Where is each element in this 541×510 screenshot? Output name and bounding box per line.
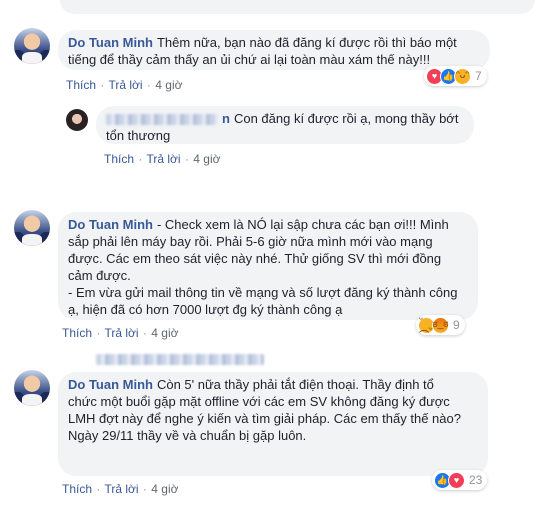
blurred-reply-preview (96, 354, 264, 365)
comment-actions: Thích · Trả lời · 4 giờ (62, 482, 179, 496)
avatar[interactable] (14, 370, 50, 406)
angry-icon: ಠ_ಠ (432, 316, 449, 334)
comment-bubble: Do Tuan Minh Còn 5' nữa thầy phải tắt điệ… (58, 372, 488, 476)
avatar[interactable] (14, 210, 50, 246)
collapsed-reply-preview[interactable] (96, 354, 264, 366)
reply-link[interactable]: Trả lời (146, 152, 180, 166)
reply-link[interactable]: Trả lời (108, 78, 142, 92)
reaction-summary[interactable]: 👍 ♥ 23 (432, 470, 488, 490)
comment-author[interactable]: n (222, 111, 230, 126)
reaction-count: 9 (453, 318, 460, 332)
comment-actions: Thích · Trả lời · 4 giờ (66, 78, 183, 92)
avatar[interactable] (66, 109, 88, 131)
comment-bubble: Do Tuan Minh - Check xem là NÓ lại sập ch… (58, 212, 478, 320)
comment-actions: Thích · Trả lời · 4 giờ (104, 152, 221, 166)
reaction-summary[interactable]: ♥ 👍 ᵔᴗᵔ 7 (424, 66, 487, 86)
reply-link[interactable]: Trả lời (104, 482, 138, 496)
like-link[interactable]: Thích (104, 152, 134, 166)
reply-link[interactable]: Trả lời (104, 326, 138, 340)
reaction-summary[interactable]: ᵕ︵ᵕ ಠ_ಠ 9 (416, 315, 465, 335)
reaction-count: 23 (469, 473, 483, 487)
comment-author[interactable]: Do Tuan Minh (68, 217, 153, 232)
comment-actions: Thích · Trả lời · 4 giờ (62, 326, 179, 340)
like-link[interactable]: Thích (62, 482, 92, 496)
love-icon: ♥ (448, 471, 465, 489)
blurred-author-name (106, 114, 218, 126)
comment-text: - Check xem là NÓ lại sập chưa các bạn ơ… (68, 217, 458, 317)
previous-comment-bubble-edge (60, 0, 535, 14)
avatar[interactable] (14, 28, 50, 64)
reaction-count: 7 (475, 69, 482, 83)
comment-time[interactable]: 4 giờ (193, 152, 220, 166)
comment-bubble: n Con đăng kí được rồi ạ, mong thầy bớt t… (96, 106, 474, 144)
comment-bubble: Do Tuan Minh Thêm nữa, bạn nào đã đăng kí… (58, 30, 490, 70)
like-link[interactable]: Thích (66, 78, 96, 92)
comment-time[interactable]: 4 giờ (151, 482, 178, 496)
like-link[interactable]: Thích (62, 326, 92, 340)
comment-author[interactable]: Do Tuan Minh (68, 377, 153, 392)
haha-icon: ᵔᴗᵔ (454, 67, 471, 85)
comment-author[interactable]: Do Tuan Minh (68, 35, 153, 50)
comment-time[interactable]: 4 giờ (155, 78, 182, 92)
comment-time[interactable]: 4 giờ (151, 326, 178, 340)
